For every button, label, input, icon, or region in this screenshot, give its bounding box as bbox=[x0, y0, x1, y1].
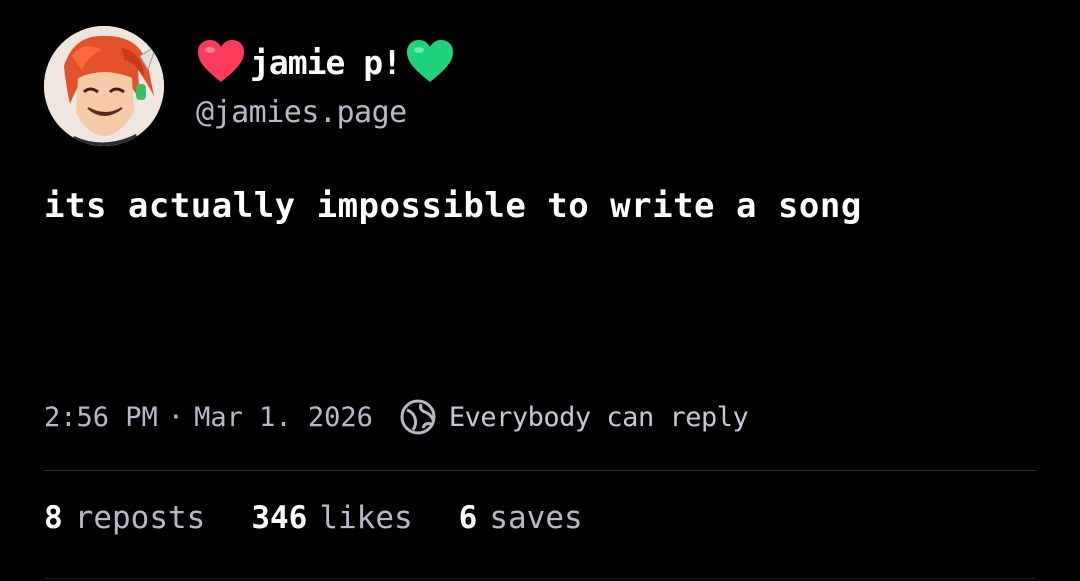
green-heart-icon bbox=[405, 38, 455, 86]
reposts-count: 8 bbox=[44, 500, 63, 536]
reposts-label: reposts bbox=[74, 500, 206, 536]
post-card: jamie p! @jamies.page its actually impos… bbox=[0, 0, 1080, 581]
post-date[interactable]: Mar 1. 2026 bbox=[194, 402, 373, 433]
divider bbox=[44, 470, 1036, 471]
saves-count: 6 bbox=[458, 500, 478, 536]
meta-separator: · bbox=[167, 401, 185, 433]
reposts-stat[interactable]: 8 reposts bbox=[44, 500, 205, 536]
author-handle[interactable]: @jamies.page bbox=[196, 95, 407, 130]
post-meta: 2:56 PM · Mar 1. 2026 Everybody can repl… bbox=[44, 395, 749, 439]
author-name-row[interactable]: jamie p! bbox=[196, 36, 455, 88]
display-name[interactable]: jamie p! bbox=[250, 46, 402, 79]
avatar[interactable] bbox=[44, 26, 164, 146]
likes-stat[interactable]: 346 likes bbox=[251, 500, 412, 536]
globe-icon bbox=[399, 398, 437, 436]
likes-label: likes bbox=[319, 500, 413, 536]
reply-setting[interactable]: Everybody can reply bbox=[449, 402, 749, 433]
avatar-image bbox=[44, 26, 164, 146]
post-stats: 8 reposts 346 likes 6 saves bbox=[44, 500, 583, 536]
saves-label: saves bbox=[489, 500, 583, 536]
saves-stat[interactable]: 6 saves bbox=[459, 500, 583, 536]
post-text: its actually impossible to write a song bbox=[44, 186, 862, 226]
red-heart-icon bbox=[196, 38, 246, 86]
divider-bottom bbox=[44, 578, 1036, 579]
post-time[interactable]: 2:56 PM bbox=[44, 402, 158, 433]
likes-count: 346 bbox=[251, 500, 308, 536]
